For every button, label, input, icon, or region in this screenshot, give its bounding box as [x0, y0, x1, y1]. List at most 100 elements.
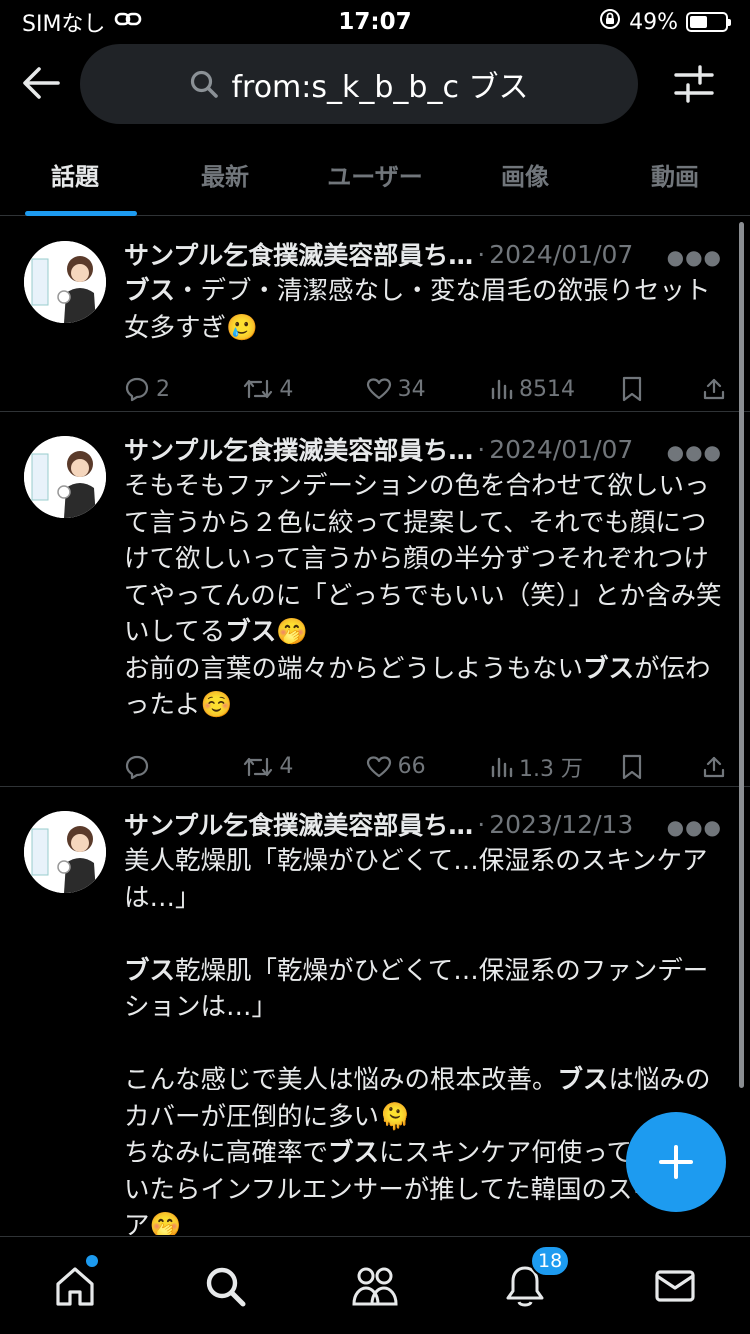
view-count: 1.3 万	[518, 756, 583, 782]
compose-button[interactable]	[626, 1112, 726, 1212]
avatar[interactable]	[24, 811, 106, 893]
link-icon	[113, 9, 143, 35]
share-icon	[703, 378, 725, 400]
search-icon	[191, 70, 219, 98]
tweet-text-segment: 美人乾燥肌「乾燥がひどくて…保湿系のスキンケアは…」	[124, 846, 708, 913]
nav-search[interactable]	[150, 1237, 300, 1334]
tab-label: ユーザー	[327, 163, 423, 191]
share-button[interactable]	[702, 755, 726, 779]
people-icon	[352, 1267, 398, 1305]
carrier-label: SIMなし	[22, 12, 106, 37]
separator-dot: ·	[477, 239, 486, 269]
heart-icon	[366, 755, 391, 777]
share-icon	[703, 756, 725, 777]
tweet-date[interactable]: 2024/01/07	[489, 240, 633, 269]
tweet-date[interactable]: 2024/01/07	[489, 435, 633, 464]
tab-photos[interactable]: 画像	[450, 134, 600, 215]
tab-videos[interactable]: 動画	[600, 134, 750, 215]
battery-fill	[690, 16, 707, 28]
tab-top[interactable]: 話題	[0, 134, 150, 216]
tweet-text-segment: ・デブ・清潔感なし・変な眉毛の欲張りセット女多すぎ	[124, 276, 711, 343]
arrow-left-icon	[23, 67, 60, 99]
highlighted-keyword: ブス	[124, 955, 176, 986]
search-tabs: 話題 最新 ユーザー 画像 動画	[0, 134, 750, 216]
tweet-text: そもそもファンデーションの色を合わせて欲しいって言うから２色に絞って提案して、そ…	[124, 468, 726, 724]
like-count: 34	[397, 376, 426, 402]
bottom-nav: 18	[0, 1236, 750, 1334]
tweet-text-segment: そもそもファンデーションの色を合わせて欲しいって言うから２色に絞って提案して、そ…	[124, 471, 722, 647]
reply-icon	[125, 377, 149, 402]
search-header: from:s_k_b_b_c ブス	[0, 44, 750, 124]
nav-home[interactable]	[0, 1237, 150, 1334]
like-button[interactable]: 66	[366, 754, 489, 779]
author-name[interactable]: サンプル乞食撲滅美容部員ち…	[124, 431, 473, 467]
mail-icon	[655, 1269, 695, 1302]
retweet-icon	[244, 379, 273, 399]
separator-dot: ·	[477, 434, 486, 464]
avatar[interactable]	[24, 436, 106, 518]
tweet-header: サンプル乞食撲滅美容部員ち… · 2023/12/13 ●●●	[124, 807, 726, 841]
tweet-date[interactable]: 2023/12/13	[489, 810, 633, 839]
bar-chart-icon	[491, 379, 513, 400]
retweet-icon	[244, 757, 273, 776]
highlighted-keyword: ブス	[225, 617, 277, 647]
highlighted-keyword: ブス	[328, 1138, 380, 1168]
author-name[interactable]: サンプル乞食撲滅美容部員ち…	[124, 236, 473, 272]
tab-label: 最新	[201, 163, 249, 191]
like-count: 66	[397, 754, 426, 779]
avatar[interactable]	[24, 241, 106, 323]
nav-messages[interactable]	[600, 1237, 750, 1334]
tab-label: 画像	[501, 163, 549, 191]
share-button[interactable]	[702, 377, 726, 401]
tweet-feed: サンプル乞食撲滅美容部員ち… · 2024/01/07 ●●● ブス・デブ・清潔…	[0, 217, 750, 1235]
retweet-count: 4	[279, 754, 294, 779]
tab-label: 話題	[51, 163, 99, 191]
tab-people[interactable]: ユーザー	[300, 134, 450, 215]
views-button[interactable]: 1.3 万	[489, 751, 621, 783]
tweet-item[interactable]: サンプル乞食撲滅美容部員ち… · 2024/01/07 ●●● そもそもファンデ…	[0, 412, 750, 787]
plus-icon	[659, 1145, 693, 1179]
active-tab-indicator	[25, 211, 137, 216]
views-button[interactable]: 8514	[489, 377, 621, 402]
reply-button[interactable]: 2	[124, 376, 243, 402]
bookmark-button[interactable]	[621, 376, 702, 402]
more-options-icon[interactable]: ●●●	[667, 440, 722, 464]
tab-latest[interactable]: 最新	[150, 134, 300, 215]
back-button[interactable]	[20, 62, 62, 104]
sliders-icon	[674, 65, 714, 103]
search-filter-button[interactable]	[672, 62, 716, 106]
bookmark-icon	[623, 754, 642, 779]
reply-button[interactable]	[124, 754, 243, 780]
like-button[interactable]: 34	[366, 377, 489, 402]
highlighted-keyword: ブス	[124, 276, 176, 306]
battery-percent: 49%	[629, 9, 678, 35]
separator-dot: ·	[477, 809, 486, 839]
battery-icon	[686, 12, 731, 32]
status-right: 49%	[599, 8, 731, 36]
notification-badge: 18	[530, 1245, 571, 1277]
nav-notifications[interactable]: 18	[450, 1237, 600, 1334]
home-icon	[56, 1266, 94, 1306]
unread-dot	[86, 1255, 98, 1267]
highlighted-keyword: ブス	[583, 653, 635, 684]
more-options-icon[interactable]: ●●●	[667, 815, 722, 839]
status-left: SIMなし	[22, 6, 143, 38]
bar-chart-icon	[491, 757, 513, 777]
author-name[interactable]: サンプル乞食撲滅美容部員ち…	[124, 806, 473, 842]
nav-communities[interactable]	[300, 1237, 450, 1334]
scrollbar[interactable]	[739, 222, 744, 1088]
tweet-header: サンプル乞食撲滅美容部員ち… · 2024/01/07 ●●●	[124, 432, 726, 466]
status-bar: SIMなし 17:07 49%	[0, 0, 750, 44]
tweet-text: ブス・デブ・清潔感なし・変な眉毛の欲張りセット女多すぎ🥲	[124, 273, 726, 346]
retweet-button[interactable]: 4	[243, 754, 365, 779]
search-icon	[206, 1267, 246, 1306]
bookmark-button[interactable]	[621, 754, 702, 780]
view-count: 8514	[518, 376, 575, 402]
retweet-button[interactable]: 4	[243, 377, 365, 402]
retweet-count: 4	[279, 376, 294, 402]
reply-count: 2	[156, 376, 170, 402]
highlighted-keyword: ブス	[557, 1065, 609, 1095]
more-options-icon[interactable]: ●●●	[667, 245, 722, 269]
tweet-item[interactable]: サンプル乞食撲滅美容部員ち… · 2024/01/07 ●●● ブス・デブ・清潔…	[0, 217, 750, 412]
search-field[interactable]: from:s_k_b_b_c ブス	[80, 44, 638, 124]
